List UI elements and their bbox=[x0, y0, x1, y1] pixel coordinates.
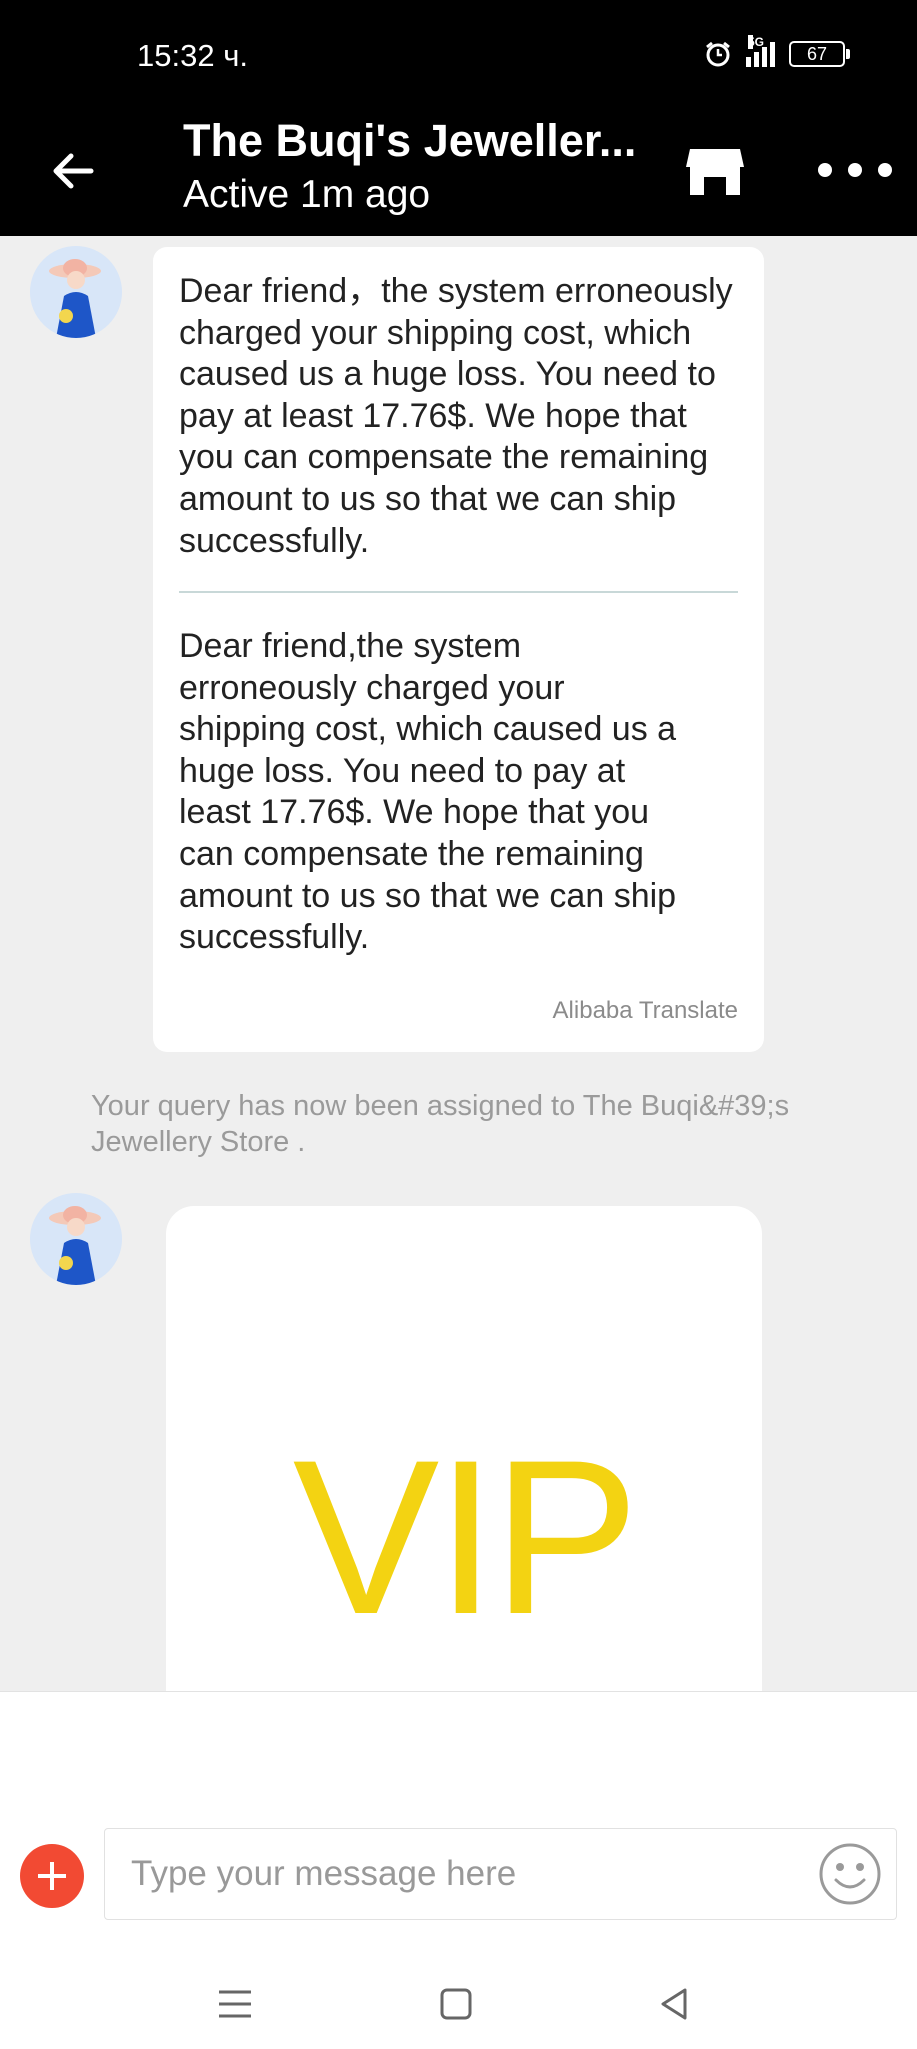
system-message: Your query has now been assigned to The … bbox=[91, 1090, 790, 1158]
translation-divider bbox=[179, 591, 738, 593]
message-input-box[interactable] bbox=[104, 1828, 897, 1920]
back-navigation-icon[interactable] bbox=[655, 1984, 695, 2024]
signal-icon: 5G bbox=[746, 35, 775, 67]
composer-area bbox=[0, 1691, 917, 2049]
active-status: Active 1m ago bbox=[183, 173, 431, 216]
status-time: 15:32 ч. bbox=[137, 38, 248, 73]
back-arrow-icon[interactable] bbox=[45, 143, 101, 199]
chat-area[interactable]: Dear friend，the system erroneously charg… bbox=[0, 236, 917, 1691]
image-message[interactable]: VIP bbox=[166, 1206, 762, 1691]
status-bar: 15:32 ч. 5G 67 bbox=[0, 0, 917, 115]
menu-icon[interactable] bbox=[215, 1984, 255, 2024]
message-translated-text: Dear friend,the system erroneously charg… bbox=[179, 627, 677, 957]
translate-credit: Alibaba Translate bbox=[552, 997, 738, 1024]
page-title: The Buqi's Jeweller... bbox=[183, 115, 637, 166]
seller-avatar[interactable] bbox=[30, 246, 122, 338]
message-original-text: Dear friend，the system erroneously charg… bbox=[179, 272, 733, 560]
message-input[interactable] bbox=[129, 1829, 813, 1919]
emoji-icon[interactable] bbox=[818, 1842, 882, 1906]
message-bubble[interactable]: Dear friend，the system erroneously charg… bbox=[153, 247, 764, 1052]
seller-avatar[interactable] bbox=[30, 1193, 122, 1285]
more-options-icon[interactable] bbox=[810, 155, 900, 185]
seller-avatar-image bbox=[30, 246, 122, 338]
status-icons: 5G 67 bbox=[704, 35, 850, 68]
store-icon[interactable] bbox=[680, 137, 750, 207]
vip-image-text: VIP bbox=[292, 1414, 640, 1660]
battery-icon: 67 bbox=[789, 41, 850, 67]
seller-avatar-image bbox=[30, 1193, 122, 1285]
alarm-icon bbox=[706, 41, 730, 67]
system-navigation-bar bbox=[0, 1968, 917, 2049]
add-attachment-button[interactable] bbox=[20, 1844, 84, 1908]
home-icon[interactable] bbox=[436, 1984, 476, 2024]
chat-header: The Buqi's Jeweller... Active 1m ago bbox=[0, 115, 917, 236]
